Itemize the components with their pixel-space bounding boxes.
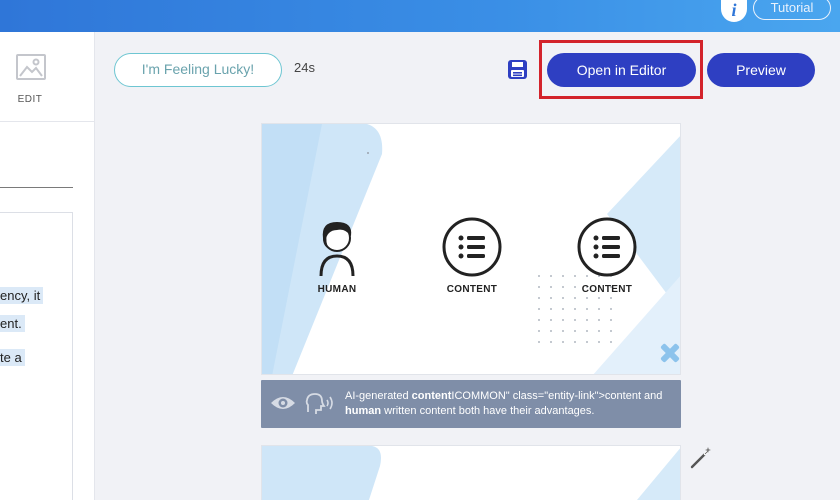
eye-icon[interactable]: [270, 394, 296, 412]
timer-readout: 24s: [294, 60, 315, 75]
edit-label: EDIT: [17, 94, 43, 105]
slide-item-human: HUMAN: [287, 216, 387, 295]
panel-divider: [0, 187, 73, 188]
speak-icon[interactable]: [305, 392, 337, 416]
feeling-lucky-button[interactable]: I'm Feeling Lucky!: [114, 53, 282, 87]
slide-item-content: CONTENT: [422, 216, 522, 295]
caption-text: AI-generated contentICOMMON" class="enti…: [345, 390, 663, 417]
slide-item-content: CONTENT: [557, 216, 657, 295]
person-icon: [319, 222, 355, 277]
slide-item-label: HUMAN: [317, 284, 357, 295]
text-snippet: ent.: [0, 315, 25, 332]
preview-button[interactable]: Preview: [707, 53, 815, 87]
caption-bar: AI-generated contentICOMMON" class="enti…: [261, 380, 681, 428]
slide-preview[interactable]: HUMAN CONTENT CONTENT: [261, 123, 681, 375]
text-snippet: ency, it: [0, 287, 44, 304]
list-icon: [577, 217, 637, 277]
magic-wand-icon[interactable]: [688, 446, 712, 470]
edit-tool[interactable]: EDIT: [0, 42, 95, 122]
left-panel: EDIT ency, it ent. te a: [0, 32, 95, 500]
slide-item-label: CONTENT: [581, 284, 633, 295]
slide-item-label: CONTENT: [446, 284, 498, 295]
tutorial-button[interactable]: Tutorial: [753, 0, 831, 20]
slide-preview-next[interactable]: [261, 445, 681, 500]
save-icon[interactable]: [507, 59, 528, 80]
open-in-editor-button[interactable]: Open in Editor: [547, 53, 696, 87]
image-edit-icon: [16, 54, 46, 80]
top-bar: i Tutorial: [0, 0, 840, 32]
text-editor-card[interactable]: ency, it ent. te a: [0, 212, 73, 500]
slide-background: [262, 446, 680, 500]
info-icon[interactable]: i: [721, 0, 747, 22]
text-snippet: te a: [0, 349, 25, 366]
list-icon: [442, 217, 502, 277]
